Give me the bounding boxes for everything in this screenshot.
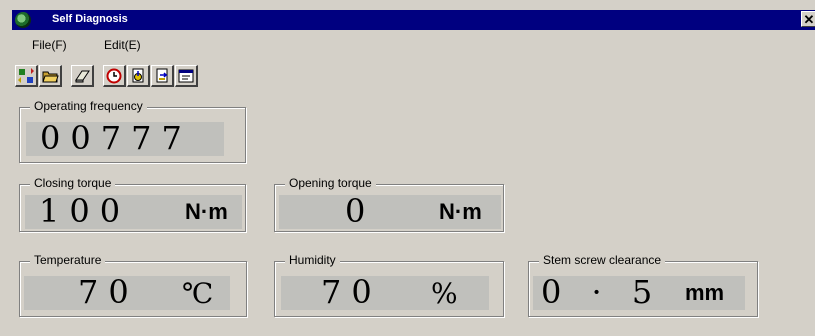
stem-screw-clearance-value: 0 · 5	[541, 273, 663, 311]
temperature-label: Temperature	[30, 253, 106, 267]
closing-torque-group: Closing torque 100 N·m	[19, 176, 246, 232]
opening-torque-value: 0	[345, 192, 376, 230]
close-icon: ✕	[803, 12, 815, 27]
opening-torque-label: Opening torque	[285, 176, 376, 190]
document-export-icon	[156, 68, 168, 83]
settings-button[interactable]	[175, 65, 198, 87]
download-button[interactable]	[127, 65, 150, 87]
stem-screw-clearance-group: Stem screw clearance 0 · 5 mm	[528, 253, 758, 317]
humidity-display: 70 %	[281, 273, 489, 311]
timer-icon	[106, 68, 122, 84]
menu-edit[interactable]: Edit(E)	[104, 38, 141, 52]
humidity-value: 70	[321, 273, 382, 311]
operating-frequency-group: Operating frequency 00777	[19, 99, 246, 163]
stem-screw-clearance-display: 0 · 5 mm	[533, 273, 745, 311]
transfer-icon	[18, 68, 34, 83]
opening-torque-group: Opening torque 0 N·m	[274, 176, 504, 232]
open-button[interactable]	[39, 65, 62, 87]
globe-icon	[15, 12, 31, 28]
opening-torque-unit: N·m	[439, 199, 482, 224]
menu-file[interactable]: File(F)	[32, 38, 67, 52]
close-button[interactable]: ✕	[801, 11, 815, 27]
stem-screw-clearance-label: Stem screw clearance	[539, 253, 666, 267]
erase-button[interactable]	[71, 65, 94, 87]
humidity-group: Humidity 70 %	[274, 253, 504, 317]
timer-button[interactable]	[103, 65, 126, 87]
eraser-icon	[75, 70, 90, 83]
closing-torque-display: 100 N·m	[25, 192, 242, 230]
closing-torque-label: Closing torque	[30, 176, 116, 190]
folder-open-icon	[42, 71, 59, 83]
title-bar[interactable]: Self Diagnosis ✕	[12, 10, 815, 30]
temperature-group: Temperature 70 ℃	[19, 253, 247, 317]
operating-frequency-display: 00777	[26, 119, 224, 157]
temperature-unit: ℃	[182, 277, 214, 310]
operating-frequency-label: Operating frequency	[30, 99, 147, 113]
humidity-unit: %	[431, 277, 458, 310]
stem-screw-clearance-unit: mm	[685, 280, 725, 305]
document-download-icon	[132, 68, 144, 83]
export-button[interactable]	[151, 65, 174, 87]
temperature-display: 70 ℃	[24, 273, 230, 311]
window-title: Self Diagnosis	[52, 13, 128, 25]
closing-torque-value: 100	[39, 192, 131, 230]
opening-torque-display: 0 N·m	[279, 192, 501, 230]
settings-window-icon	[178, 69, 194, 83]
transfer-button[interactable]	[15, 65, 38, 87]
closing-torque-unit: N·m	[185, 199, 228, 224]
temperature-value: 70	[78, 273, 139, 311]
humidity-label: Humidity	[285, 253, 340, 267]
operating-frequency-value: 00777	[40, 119, 192, 157]
